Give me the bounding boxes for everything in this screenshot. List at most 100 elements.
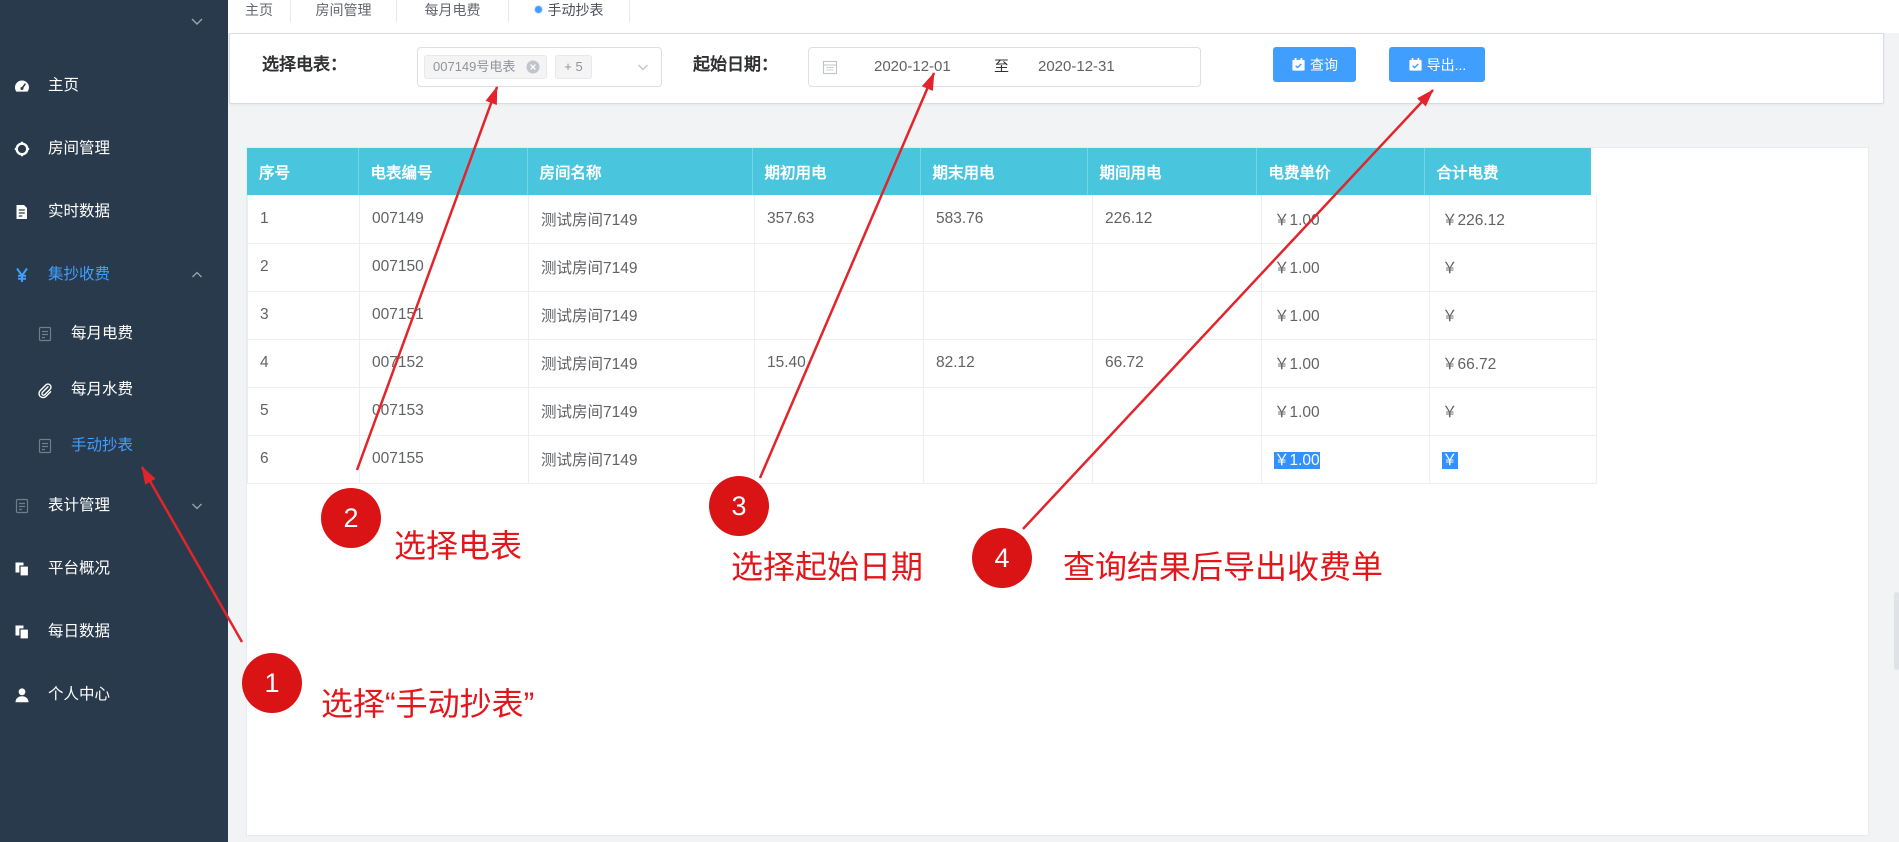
meter-tag[interactable]: 007149号电表 [424, 55, 547, 79]
table-cell [1092, 387, 1262, 436]
meter-tag-text: 007149号电表 [433, 59, 516, 74]
meter-select[interactable]: 007149号电表 + 5 [417, 47, 662, 87]
table-row[interactable]: 2 007150 测试房间7149 ￥1.00 ￥ [247, 243, 1597, 292]
sidebar-item-rooms[interactable]: 房间管理 [0, 127, 228, 171]
table-cell [754, 435, 924, 484]
table-row[interactable]: 4 007152 测试房间7149 15.40 82.12 66.72 ￥1.0… [247, 339, 1597, 388]
copy-icon [14, 561, 30, 577]
table-cell: 007150 [359, 243, 529, 292]
sidebar-item-profile[interactable]: 个人中心 [0, 673, 228, 717]
table-cell [923, 243, 1093, 292]
tab-label: 主页 [245, 2, 273, 18]
sidebar-item-meters[interactable]: 表计管理 [0, 484, 228, 528]
step-number-badge: 4 [972, 528, 1032, 588]
table-cell: 82.12 [923, 339, 1093, 388]
calendar-icon [822, 59, 838, 75]
tab-label: 手动抄表 [547, 2, 604, 18]
table-body: 1 007149 测试房间7149 357.63 583.76 226.12 ￥… [247, 195, 1597, 484]
table-header: 序号 电表编号 房间名称 期初用电 期末用电 期间用电 电费单价 合计电费 [247, 148, 1592, 195]
column-header[interactable]: 房间名称 [527, 148, 753, 195]
table-row[interactable]: 5 007153 测试房间7149 ￥1.00 ￥ [247, 387, 1597, 436]
export-button[interactable]: 导出... [1389, 47, 1485, 82]
column-header[interactable]: 序号 [247, 148, 359, 195]
sidebar-item-billing[interactable]: 集抄收费 [0, 253, 228, 297]
table-cell: 测试房间7149 [528, 243, 755, 292]
scrollbar-thumb[interactable] [1894, 592, 1899, 670]
start-date-input[interactable]: 2020-12-01 [874, 48, 951, 86]
header-row: 序号 电表编号 房间名称 期初用电 期末用电 期间用电 电费单价 合计电费 [247, 148, 1592, 195]
end-date-input[interactable]: 2020-12-31 [1038, 48, 1115, 86]
close-icon[interactable] [526, 60, 540, 74]
step-caption: 选择起始日期 [731, 549, 924, 585]
chevron-down-icon [190, 499, 204, 513]
sidebar-item-realtime[interactable]: 实时数据 [0, 190, 228, 234]
sidebar-item-manual-reading[interactable]: 手动抄表 [0, 424, 228, 468]
sidebar-item-daily-data[interactable]: 每日数据 [0, 610, 228, 654]
table-cell: ￥1.00 [1261, 435, 1430, 484]
sidebar-item-overview[interactable]: 平台概况 [0, 547, 228, 591]
date-range-picker[interactable]: 2020-12-01 至 2020-12-31 [808, 47, 1201, 87]
table-cell: 583.76 [923, 195, 1093, 244]
table-cell: 4 [247, 339, 360, 388]
sidebar-item-monthly-electricity[interactable]: 每月电费 [0, 312, 228, 356]
column-header[interactable]: 电费单价 [1256, 148, 1425, 195]
table-cell: 007149 [359, 195, 529, 244]
sidebar-item-label: 集抄收费 [48, 266, 111, 283]
document-outline-icon [37, 326, 53, 342]
table-cell [1092, 435, 1262, 484]
sidebar-item-home[interactable]: 主页 [0, 64, 228, 108]
copy-icon [14, 624, 30, 640]
tabs: 主页 房间管理 每月电费 手动抄表 [228, 0, 630, 22]
column-header[interactable]: 合计电费 [1424, 148, 1592, 195]
user-icon [14, 687, 30, 703]
table-cell: 测试房间7149 [528, 435, 755, 484]
query-panel: 选择电表： 007149号电表 + 5 起始日期： 2020-12-01 至 2… [229, 33, 1884, 104]
sidebar: 主页 房间管理 实时数据 集抄收费 每月电费 每月水费 手动抄表 表计管理 平台… [0, 0, 228, 842]
table-cell: 007152 [359, 339, 529, 388]
table-row[interactable]: 6 007155 测试房间7149 ￥1.00 ￥ [247, 435, 1597, 484]
column-header[interactable]: 期初用电 [752, 148, 921, 195]
table-cell: ￥226.12 [1429, 195, 1597, 244]
column-header[interactable]: 期末用电 [920, 148, 1088, 195]
step-number-badge: 3 [709, 476, 769, 536]
calendar-icon [1408, 57, 1423, 72]
table-cell: ￥ [1429, 243, 1597, 292]
table-row[interactable]: 3 007151 测试房间7149 ￥1.00 ￥ [247, 291, 1597, 340]
table-cell: ￥1.00 [1261, 291, 1430, 340]
table-cell: 007155 [359, 435, 529, 484]
table-cell [754, 387, 924, 436]
table-cell: 测试房间7149 [528, 291, 755, 340]
column-header[interactable]: 期间用电 [1087, 148, 1257, 195]
chevron-down-icon[interactable] [189, 13, 205, 29]
search-button[interactable]: 查询 [1273, 47, 1356, 82]
column-header[interactable]: 电表编号 [358, 148, 528, 195]
sidebar-item-label: 主页 [48, 77, 80, 94]
paperclip-icon [37, 382, 53, 399]
tab-rooms[interactable]: 房间管理 [291, 0, 397, 22]
chevron-up-icon [190, 268, 204, 282]
table-card: 序号 电表编号 房间名称 期初用电 期末用电 期间用电 电费单价 合计电费 1 … [246, 147, 1869, 836]
sidebar-item-label: 手动抄表 [71, 437, 134, 454]
step-number-badge: 1 [242, 653, 302, 713]
step-number-badge: 2 [321, 488, 381, 548]
selected-text: ￥1.00 [1274, 452, 1320, 469]
chevron-down-icon[interactable] [636, 60, 650, 74]
document-outline-icon [14, 498, 30, 514]
table-cell [1092, 291, 1262, 340]
table-cell: ￥66.72 [1429, 339, 1597, 388]
tab-manual-reading[interactable]: 手动抄表 [509, 0, 630, 22]
table-cell: ￥1.00 [1261, 243, 1430, 292]
table-cell: 66.72 [1092, 339, 1262, 388]
table-cell [754, 243, 924, 292]
date-label: 起始日期： [693, 55, 778, 74]
dashboard-icon [14, 78, 30, 94]
table-cell [923, 387, 1093, 436]
sidebar-item-label: 每月电费 [71, 325, 134, 342]
tab-monthly-electricity[interactable]: 每月电费 [397, 0, 509, 22]
sidebar-item-monthly-water[interactable]: 每月水费 [0, 368, 228, 412]
tab-home[interactable]: 主页 [228, 0, 291, 22]
table-row[interactable]: 1 007149 测试房间7149 357.63 583.76 226.12 ￥… [247, 195, 1597, 244]
table-cell: 测试房间7149 [528, 339, 755, 388]
tags-view-bar: 主页 房间管理 每月电费 手动抄表 [228, 0, 1899, 33]
table-cell [923, 435, 1093, 484]
